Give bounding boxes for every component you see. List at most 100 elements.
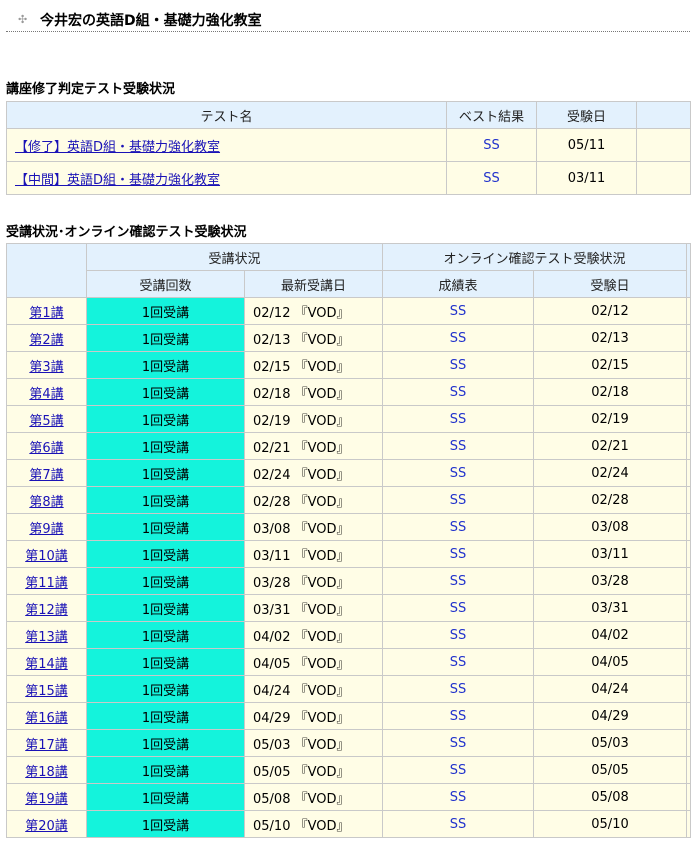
lesson-link[interactable]: 第9講 (29, 522, 63, 537)
group-header-online-test: オンライン確認テスト受験状況 (382, 243, 687, 271)
latest-date: 03/11 『VOD』 (244, 540, 383, 568)
test-date: 03/08 (533, 513, 687, 541)
test-date: 02/21 (533, 432, 687, 460)
header-filler (636, 101, 691, 129)
latest-date: 05/05 『VOD』 (244, 756, 383, 784)
test-date: 03/31 (533, 594, 687, 622)
test-date: 04/24 (533, 675, 687, 703)
table-row: 第1講 1回受講 02/12 『VOD』 SS 02/12 (6, 297, 691, 325)
test-link[interactable]: 【修了】英語D組・基礎力強化教室 (15, 140, 220, 155)
test-date: 03/28 (533, 567, 687, 595)
table-row: 第18講 1回受講 05/05 『VOD』 SS 05/05 (6, 756, 691, 784)
test-date: 05/05 (533, 756, 687, 784)
table-row: 第13講 1回受講 04/02 『VOD』 SS 04/02 (6, 621, 691, 649)
attend-count: 1回受講 (86, 594, 245, 622)
grade-report: SS (382, 405, 534, 433)
attend-count: 1回受講 (86, 459, 245, 487)
lesson-header-blank (6, 243, 87, 298)
section1-heading: 講座修了判定テスト受験状況 (6, 82, 176, 97)
grade-report: SS (382, 729, 534, 757)
table-row: 第9講 1回受講 03/08 『VOD』 SS 03/08 (6, 513, 691, 541)
grade-report: SS (382, 351, 534, 379)
table-row: 第6講 1回受講 02/21 『VOD』 SS 02/21 (6, 432, 691, 460)
page-title: 今井宏の英語D組・基礎力強化教室 (40, 13, 262, 29)
final-test-table: テスト名 ベスト結果 受験日 【修了】英語D組・基礎力強化教室 SS 05/11… (6, 101, 691, 195)
lesson-link[interactable]: 第20講 (25, 819, 68, 834)
attend-count: 1回受講 (86, 810, 245, 838)
lesson-link[interactable]: 第14講 (25, 657, 68, 672)
grade-report: SS (382, 567, 534, 595)
test-date: 02/12 (533, 297, 687, 325)
grade-report: SS (382, 540, 534, 568)
grade-report: SS (382, 621, 534, 649)
lesson-link[interactable]: 第19講 (25, 792, 68, 807)
lesson-link[interactable]: 第12講 (25, 603, 68, 618)
latest-date: 05/10 『VOD』 (244, 810, 383, 838)
latest-date: 04/24 『VOD』 (244, 675, 383, 703)
lesson-link[interactable]: 第3講 (29, 360, 63, 375)
attend-count: 1回受講 (86, 756, 245, 784)
grade-report: SS (382, 702, 534, 730)
lesson-link[interactable]: 第8講 (29, 495, 63, 510)
lesson-link[interactable]: 第10講 (25, 549, 68, 564)
grade-report: SS (382, 810, 534, 838)
latest-date: 04/02 『VOD』 (244, 621, 383, 649)
latest-date: 02/12 『VOD』 (244, 297, 383, 325)
attend-count: 1回受講 (86, 675, 245, 703)
latest-date: 03/08 『VOD』 (244, 513, 383, 541)
lesson-link[interactable]: 第5講 (29, 414, 63, 429)
latest-date: 03/28 『VOD』 (244, 567, 383, 595)
latest-date: 03/31 『VOD』 (244, 594, 383, 622)
latest-date: 05/03 『VOD』 (244, 729, 383, 757)
latest-date: 05/08 『VOD』 (244, 783, 383, 811)
table-row: 第4講 1回受講 02/18 『VOD』 SS 02/18 (6, 378, 691, 406)
col-exam-date: 受験日 (536, 101, 637, 129)
attend-count: 1回受講 (86, 513, 245, 541)
latest-date: 02/28 『VOD』 (244, 486, 383, 514)
attend-count: 1回受講 (86, 729, 245, 757)
grade-report: SS (382, 297, 534, 325)
table-row: 第19講 1回受講 05/08 『VOD』 SS 05/08 (6, 783, 691, 811)
table-row: 第11講 1回受講 03/28 『VOD』 SS 03/28 (6, 567, 691, 595)
col-latest-date: 最新受講日 (244, 270, 383, 298)
grade-report: SS (382, 675, 534, 703)
lesson-link[interactable]: 第16講 (25, 711, 68, 726)
lesson-link[interactable]: 第13講 (25, 630, 68, 645)
table-row: 第14講 1回受講 04/05 『VOD』 SS 04/05 (6, 648, 691, 676)
best-result: SS (446, 161, 537, 195)
test-date: 02/18 (533, 378, 687, 406)
table-row: 第12講 1回受講 03/31 『VOD』 SS 03/31 (6, 594, 691, 622)
latest-date: 02/21 『VOD』 (244, 432, 383, 460)
test-date: 02/28 (533, 486, 687, 514)
lesson-status-table: 受講状況 オンライン確認テスト受験状況 受講回数 最新受講日 成績表 受験日 第… (6, 243, 691, 838)
latest-date: 04/29 『VOD』 (244, 702, 383, 730)
test-date: 04/05 (533, 648, 687, 676)
lesson-link[interactable]: 第18講 (25, 765, 68, 780)
table-row: 第16講 1回受講 04/29 『VOD』 SS 04/29 (6, 702, 691, 730)
grade-report: SS (382, 594, 534, 622)
test-date: 05/03 (533, 729, 687, 757)
cross-bullet-icon: ✣ (18, 13, 28, 26)
attend-count: 1回受講 (86, 297, 245, 325)
test-link[interactable]: 【中間】英語D組・基礎力強化教室 (15, 173, 220, 188)
lesson-link[interactable]: 第17講 (25, 738, 68, 753)
lesson-link[interactable]: 第2講 (29, 333, 63, 348)
grade-report: SS (382, 324, 534, 352)
test-date: 04/29 (533, 702, 687, 730)
table-row: 第7講 1回受講 02/24 『VOD』 SS 02/24 (6, 459, 691, 487)
lesson-link[interactable]: 第7講 (29, 468, 63, 483)
test-date: 05/10 (533, 810, 687, 838)
table-row: 第10講 1回受講 03/11 『VOD』 SS 03/11 (6, 540, 691, 568)
lesson-link[interactable]: 第1講 (29, 306, 63, 321)
lesson-link[interactable]: 第15講 (25, 684, 68, 699)
lesson-link[interactable]: 第6講 (29, 441, 63, 456)
lesson-link[interactable]: 第4講 (29, 387, 63, 402)
table-row: 第17講 1回受講 05/03 『VOD』 SS 05/03 (6, 729, 691, 757)
grade-report: SS (382, 486, 534, 514)
latest-date: 02/15 『VOD』 (244, 351, 383, 379)
attend-count: 1回受講 (86, 378, 245, 406)
lesson-link[interactable]: 第11講 (25, 576, 68, 591)
grade-report: SS (382, 783, 534, 811)
grade-report: SS (382, 432, 534, 460)
latest-date: 02/18 『VOD』 (244, 378, 383, 406)
